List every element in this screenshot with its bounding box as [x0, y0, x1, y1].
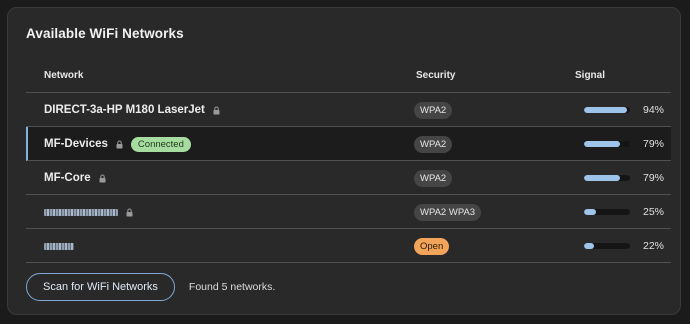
redacted-network-name	[44, 242, 74, 250]
scan-status-text: Found 5 networks.	[188, 281, 276, 293]
signal-bar-fill	[584, 107, 628, 113]
lock-icon	[126, 208, 133, 217]
column-header-signal: Signal	[575, 70, 606, 81]
network-name-cell: DIRECT-3a-HP M180 LaserJet	[44, 93, 220, 127]
signal-percent: 79%	[642, 172, 664, 184]
security-badge: WPA2	[414, 135, 453, 153]
signal-bar	[584, 141, 630, 147]
network-name-cell	[44, 195, 133, 229]
column-header-network: Network	[44, 70, 84, 81]
connected-badge: Connected	[130, 136, 191, 152]
signal-bar	[584, 243, 630, 249]
network-name: MF-Core	[44, 172, 91, 184]
signal-bar-fill	[584, 141, 621, 147]
card-footer: Scan for WiFi Networks Found 5 networks.	[26, 273, 275, 301]
signal-cell: 79%	[584, 127, 664, 161]
security-badge-open: Open	[414, 237, 450, 255]
network-name-cell: MF-Core	[44, 161, 106, 195]
security-badge: WPA2	[414, 101, 453, 119]
signal-bar-fill	[584, 209, 596, 215]
signal-cell: 22%	[584, 229, 664, 263]
signal-cell: 94%	[584, 93, 664, 127]
security-cell: Open	[414, 229, 450, 263]
signal-bar	[584, 175, 630, 181]
network-row-direct-hp[interactable]: DIRECT-3a-HP M180 LaserJet WPA2 94%	[26, 93, 671, 127]
network-name-cell: MF-Devices Connected	[44, 127, 191, 161]
network-row-redacted-1[interactable]: WPA2 WPA3 25%	[26, 195, 671, 229]
card-title: Available WiFi Networks	[26, 26, 184, 41]
security-cell: WPA2	[414, 127, 453, 161]
wifi-networks-card: Available WiFi Networks Network Security…	[7, 7, 681, 315]
lock-icon	[213, 106, 220, 115]
security-cell: WPA2	[414, 161, 453, 195]
security-cell: WPA2	[414, 93, 453, 127]
redacted-network-name	[44, 208, 118, 216]
network-name: DIRECT-3a-HP M180 LaserJet	[44, 104, 205, 116]
security-cell: WPA2 WPA3	[414, 195, 482, 229]
signal-bar	[584, 209, 630, 215]
signal-bar-fill	[584, 243, 595, 249]
signal-percent: 25%	[642, 206, 664, 218]
network-row-mf-core[interactable]: MF-Core WPA2 79%	[26, 161, 671, 195]
signal-cell: 25%	[584, 195, 664, 229]
signal-percent: 94%	[642, 104, 664, 116]
lock-icon	[99, 174, 106, 183]
networks-table: Network Security Signal DIRECT-3a-HP M18…	[26, 60, 671, 263]
signal-percent: 22%	[642, 240, 664, 252]
signal-percent: 79%	[642, 138, 664, 150]
network-row-mf-devices[interactable]: MF-Devices Connected WPA2 79%	[26, 127, 671, 161]
network-row-redacted-2[interactable]: Open 22%	[26, 229, 671, 263]
security-badge: WPA2	[414, 169, 453, 187]
lock-icon	[116, 140, 123, 149]
table-header: Network Security Signal	[26, 60, 671, 93]
signal-bar	[584, 107, 630, 113]
security-badge: WPA2 WPA3	[414, 203, 482, 221]
signal-bar-fill	[584, 175, 621, 181]
network-name-cell	[44, 229, 74, 263]
column-header-security: Security	[416, 70, 456, 81]
scan-wifi-button[interactable]: Scan for WiFi Networks	[26, 273, 175, 301]
network-name: MF-Devices	[44, 138, 108, 150]
signal-cell: 79%	[584, 161, 664, 195]
